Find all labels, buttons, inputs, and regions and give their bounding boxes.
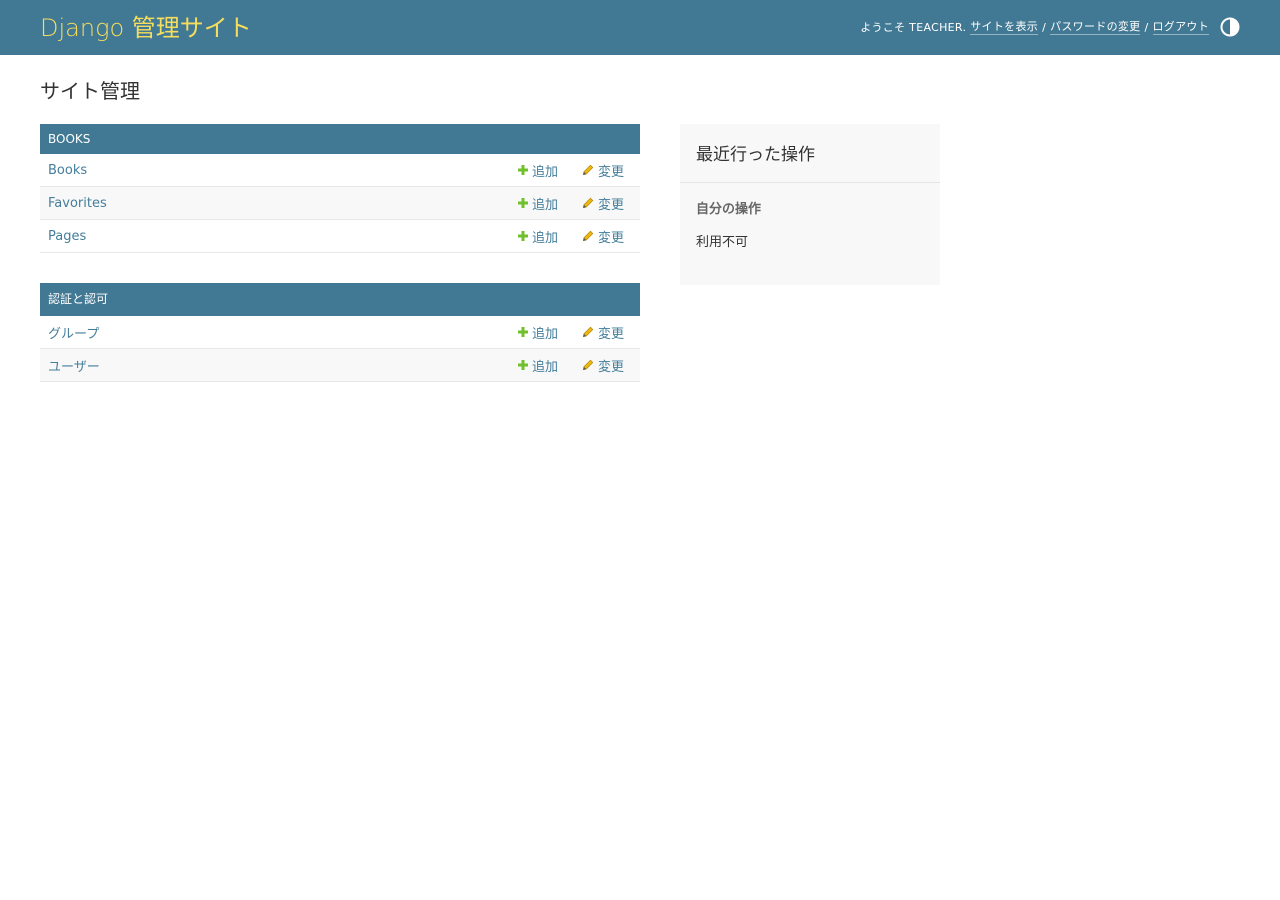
app-caption-books[interactable]: BOOKS	[40, 124, 640, 154]
recent-actions-panel: 最近行った操作 自分の操作 利用不可	[680, 124, 940, 285]
recent-actions-title: 最近行った操作	[680, 124, 940, 183]
change-label: 変更	[597, 359, 624, 375]
plus-icon	[517, 231, 528, 241]
pencil-icon	[582, 230, 594, 242]
model-row-pages: Pages 追加 変更	[40, 220, 640, 253]
model-link[interactable]: Pages	[48, 229, 518, 244]
model-row-books: Books 追加 変更	[40, 154, 640, 187]
pencil-icon	[582, 164, 594, 176]
welcome-text: ようこそ TEACHER.	[860, 21, 967, 34]
change-password-link[interactable]: パスワードの変更	[1050, 20, 1141, 35]
model-link[interactable]: グループ	[48, 323, 518, 342]
my-actions-heading: 自分の操作	[696, 202, 762, 217]
user-tools: ようこそ TEACHER. サイトを表示 / パスワードの変更 / ログアウト	[860, 16, 1240, 38]
add-label: 追加	[531, 230, 558, 246]
model-row-favorites: Favorites 追加 変更	[40, 187, 640, 220]
app-module-auth: 認証と認可 グループ 追加 変更 ユーザー 追加 変更	[40, 283, 640, 382]
add-label: 追加	[531, 326, 558, 342]
model-link[interactable]: ユーザー	[48, 356, 518, 375]
change-link[interactable]: 変更	[582, 323, 624, 342]
plus-icon	[517, 360, 528, 370]
app-module-books: BOOKS Books 追加 変更 Favorites 追加 変更 Pages …	[40, 124, 640, 253]
add-label: 追加	[531, 164, 558, 180]
pencil-icon	[582, 197, 594, 209]
site-branding[interactable]: Django 管理サイト	[40, 13, 252, 43]
model-row-groups: グループ 追加 変更	[40, 316, 640, 349]
page-title: サイト管理	[40, 79, 140, 103]
app-caption-auth[interactable]: 認証と認可	[40, 283, 640, 316]
model-link[interactable]: Books	[48, 163, 518, 178]
pencil-icon	[582, 359, 594, 371]
add-link[interactable]: 追加	[517, 356, 558, 375]
plus-icon	[517, 198, 528, 208]
change-label: 変更	[597, 326, 624, 342]
header-bar: Django 管理サイト ようこそ TEACHER. サイトを表示 / パスワー…	[0, 0, 1280, 55]
logout-link[interactable]: ログアウト	[1152, 20, 1209, 35]
add-link[interactable]: 追加	[517, 323, 558, 342]
none-available-text: 利用不可	[696, 235, 749, 250]
plus-icon	[517, 327, 528, 337]
add-label: 追加	[531, 197, 558, 213]
change-label: 変更	[597, 197, 624, 213]
change-label: 変更	[597, 164, 624, 180]
add-link[interactable]: 追加	[517, 227, 558, 246]
add-label: 追加	[531, 359, 558, 375]
change-link[interactable]: 変更	[582, 356, 624, 375]
plus-icon	[517, 165, 528, 175]
model-link[interactable]: Favorites	[48, 196, 518, 211]
change-link[interactable]: 変更	[582, 161, 624, 180]
change-link[interactable]: 変更	[582, 227, 624, 246]
add-link[interactable]: 追加	[517, 161, 558, 180]
change-link[interactable]: 変更	[582, 194, 624, 213]
separator: /	[1042, 20, 1047, 34]
change-label: 変更	[597, 230, 624, 246]
add-link[interactable]: 追加	[517, 194, 558, 213]
theme-toggle-icon[interactable]	[1220, 17, 1240, 37]
model-row-users: ユーザー 追加 変更	[40, 349, 640, 382]
pencil-icon	[582, 326, 594, 338]
view-site-link[interactable]: サイトを表示	[970, 20, 1039, 35]
separator: /	[1144, 20, 1149, 34]
